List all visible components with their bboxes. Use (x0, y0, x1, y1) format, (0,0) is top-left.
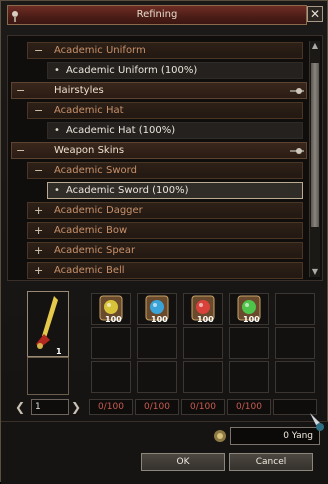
expand-icon[interactable]: + (34, 223, 43, 239)
bullet-icon: • (54, 65, 60, 76)
subcategory-row[interactable]: + Academic Dagger (27, 202, 303, 219)
material-slot[interactable]: 100 (137, 293, 177, 325)
yang-cost: 0 Yang (230, 427, 320, 445)
row-label: Academic Hat (54, 105, 124, 116)
row-label: Academic Uniform (100%) (66, 65, 198, 76)
material-slot[interactable] (229, 361, 269, 393)
material-slot[interactable]: 100 (91, 293, 131, 325)
stack-count: 100 (151, 315, 168, 324)
collapse-icon[interactable]: − (16, 143, 25, 159)
expand-icon[interactable]: + (34, 263, 43, 279)
sword-icon (36, 296, 58, 349)
stack-count: 100 (105, 315, 122, 324)
material-slot[interactable] (275, 293, 315, 325)
row-label: Academic Spear (54, 245, 136, 256)
result-extra-slot[interactable] (27, 357, 69, 395)
material-slot[interactable] (183, 327, 223, 359)
quantity-prev-button[interactable]: ❮ (15, 399, 25, 415)
material-slot[interactable] (183, 361, 223, 393)
material-slot[interactable]: 100 (183, 293, 223, 325)
row-knob-icon (290, 148, 304, 154)
subcategory-row[interactable]: + Academic Spear (27, 242, 303, 259)
row-label: Academic Sword (54, 165, 137, 176)
subcategory-row[interactable]: − Academic Uniform (27, 42, 303, 59)
recipe-item-row[interactable]: • Academic Sword (100%) (47, 182, 303, 199)
recipe-item-row[interactable]: • Academic Uniform (100%) (47, 62, 303, 79)
collapse-icon[interactable]: − (34, 103, 43, 119)
close-button[interactable]: ✕ (307, 6, 323, 22)
bullet-icon: • (54, 125, 60, 136)
ok-button[interactable]: OK (141, 453, 225, 471)
list-scrollbar[interactable]: ▲ ▼ (309, 41, 320, 277)
required-count: 0/100 (89, 399, 133, 415)
material-slot[interactable] (137, 327, 177, 359)
row-label: Academic Uniform (54, 45, 146, 56)
refining-window: Refining ✕ − Academic Uniform • Academic Un… (0, 0, 328, 484)
row-label: Hairstyles (54, 85, 104, 96)
required-count: 0/100 (227, 399, 271, 415)
scrollbar-thumb[interactable] (311, 63, 319, 227)
subcategory-row[interactable]: + Academic Bow (27, 222, 303, 239)
quantity-next-button[interactable]: ❯ (71, 399, 81, 415)
result-count: 1 (56, 347, 62, 356)
material-slot[interactable]: 100 (229, 293, 269, 325)
collapse-icon[interactable]: − (34, 163, 43, 179)
title-bar[interactable]: Refining (7, 5, 307, 25)
subcategory-row[interactable]: + Academic Bell (27, 262, 303, 279)
collapse-icon[interactable]: − (16, 83, 25, 99)
material-slot[interactable] (137, 361, 177, 393)
coin-icon (214, 430, 226, 442)
scroll-up-icon[interactable]: ▲ (310, 41, 320, 51)
material-slot[interactable] (275, 327, 315, 359)
stack-count: 100 (197, 315, 214, 324)
row-knob-icon (290, 88, 304, 94)
row-label: Academic Hat (100%) (66, 125, 176, 136)
result-slot[interactable]: 1 (27, 291, 69, 357)
row-label: Academic Bell (54, 265, 125, 276)
quantity-input[interactable]: 1 (31, 399, 69, 415)
row-label: Academic Bow (54, 225, 128, 236)
subcategory-row[interactable]: − Academic Sword (27, 162, 303, 179)
row-label: Weapon Skins (54, 145, 125, 156)
material-slot[interactable] (91, 361, 131, 393)
resize-corner-icon[interactable] (308, 411, 326, 433)
required-count: 0/100 (181, 399, 225, 415)
collapse-icon[interactable]: − (34, 43, 43, 59)
material-slot[interactable] (275, 361, 315, 393)
expand-icon[interactable]: + (34, 203, 43, 219)
material-slot[interactable] (91, 327, 131, 359)
subcategory-row[interactable]: − Academic Hat (27, 102, 303, 119)
recipe-item-row[interactable]: • Academic Hat (100%) (47, 122, 303, 139)
category-row[interactable]: − Weapon Skins (11, 142, 307, 159)
row-label: Academic Sword (100%) (66, 185, 189, 196)
required-count: 0/100 (135, 399, 179, 415)
stack-count: 100 (243, 315, 260, 324)
window-title: Refining (136, 9, 178, 20)
bullet-icon: • (54, 185, 60, 196)
expand-icon[interactable]: + (34, 243, 43, 259)
row-label: Academic Dagger (54, 205, 143, 216)
cancel-button[interactable]: Cancel (229, 453, 313, 471)
material-slot[interactable] (229, 327, 269, 359)
scroll-down-icon[interactable]: ▼ (310, 267, 320, 277)
category-row[interactable]: − Hairstyles (11, 82, 307, 99)
